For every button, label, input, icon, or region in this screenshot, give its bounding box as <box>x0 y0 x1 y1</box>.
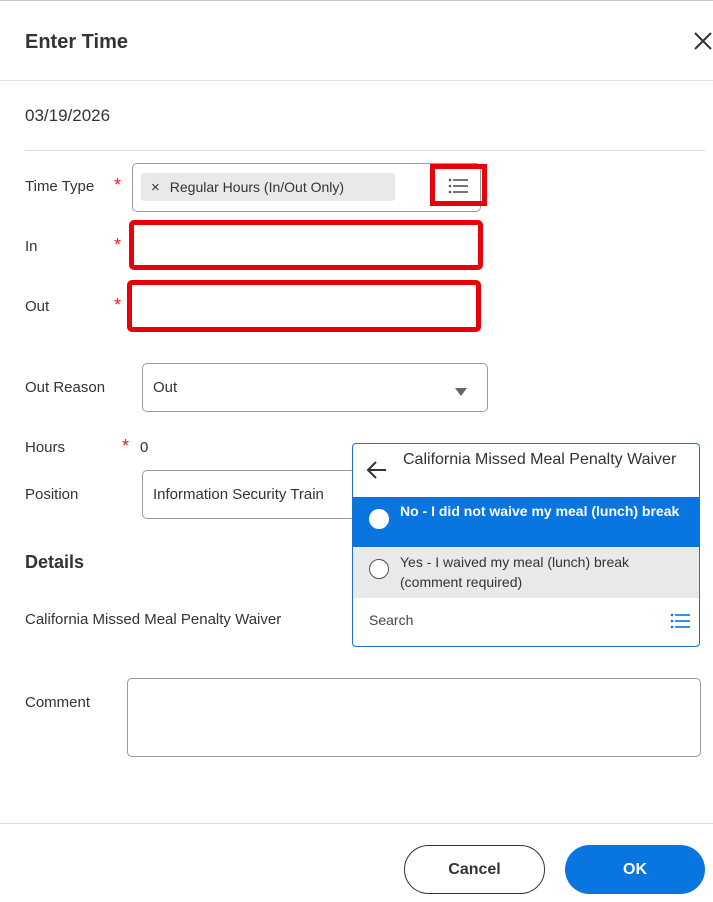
meal-waiver-label: California Missed Meal Penalty Waiver <box>25 611 282 628</box>
dropdown-title: California Missed Meal Penalty Waiver <box>403 451 677 468</box>
chevron-down-icon <box>455 383 467 401</box>
search-input[interactable]: Search <box>369 612 413 628</box>
ok-button[interactable]: OK <box>565 845 705 894</box>
option-label: Yes - I waived my meal (lunch) break (co… <box>400 554 630 590</box>
position-value: Information Security Train <box>153 486 324 503</box>
details-heading: Details <box>25 552 85 572</box>
required-indicator: * <box>114 295 122 315</box>
date-divider <box>25 150 705 151</box>
in-label: In <box>25 238 38 255</box>
list-icon[interactable] <box>670 613 690 634</box>
hours-value: 0 <box>140 439 149 456</box>
comment-textarea[interactable] <box>127 678 701 757</box>
cancel-button[interactable]: Cancel <box>404 845 545 894</box>
dialog-title: Enter Time <box>25 31 128 53</box>
required-indicator: * <box>122 436 130 456</box>
option-label: No - I did not waive my meal (lunch) bre… <box>400 503 680 519</box>
time-type-label: Time Type <box>25 178 95 195</box>
top-border <box>0 0 713 1</box>
comment-label: Comment <box>25 694 91 711</box>
back-arrow-icon[interactable] <box>366 460 388 485</box>
time-type-chip: × Regular Hours (In/Out Only) <box>141 173 395 201</box>
close-icon[interactable] <box>692 30 713 52</box>
option-no-waive[interactable]: No - I did not waive my meal (lunch) bre… <box>353 497 699 547</box>
out-reason-select[interactable]: Out <box>142 363 488 412</box>
remove-icon[interactable]: × <box>151 179 160 196</box>
required-indicator: * <box>114 235 122 255</box>
hours-label: Hours <box>25 439 66 456</box>
list-icon[interactable] <box>448 178 468 194</box>
time-type-value: Regular Hours (In/Out Only) <box>169 179 345 195</box>
radio-icon <box>369 559 389 579</box>
radio-icon <box>369 509 389 529</box>
footer-divider <box>0 823 713 824</box>
out-reason-value: Out <box>153 379 178 396</box>
meal-waiver-dropdown: California Missed Meal Penalty Waiver No… <box>352 443 700 647</box>
in-time-input[interactable] <box>129 220 483 270</box>
position-label: Position <box>25 486 79 503</box>
out-label: Out <box>25 298 50 315</box>
required-indicator: * <box>114 175 122 195</box>
option-waived[interactable]: Yes - I waived my meal (lunch) break (co… <box>353 547 699 598</box>
out-time-input[interactable] <box>127 280 481 332</box>
header-divider <box>0 80 713 81</box>
entry-date: 03/19/2026 <box>25 106 111 125</box>
out-reason-label: Out Reason <box>25 379 106 396</box>
position-field[interactable]: Information Security Train <box>142 470 372 519</box>
